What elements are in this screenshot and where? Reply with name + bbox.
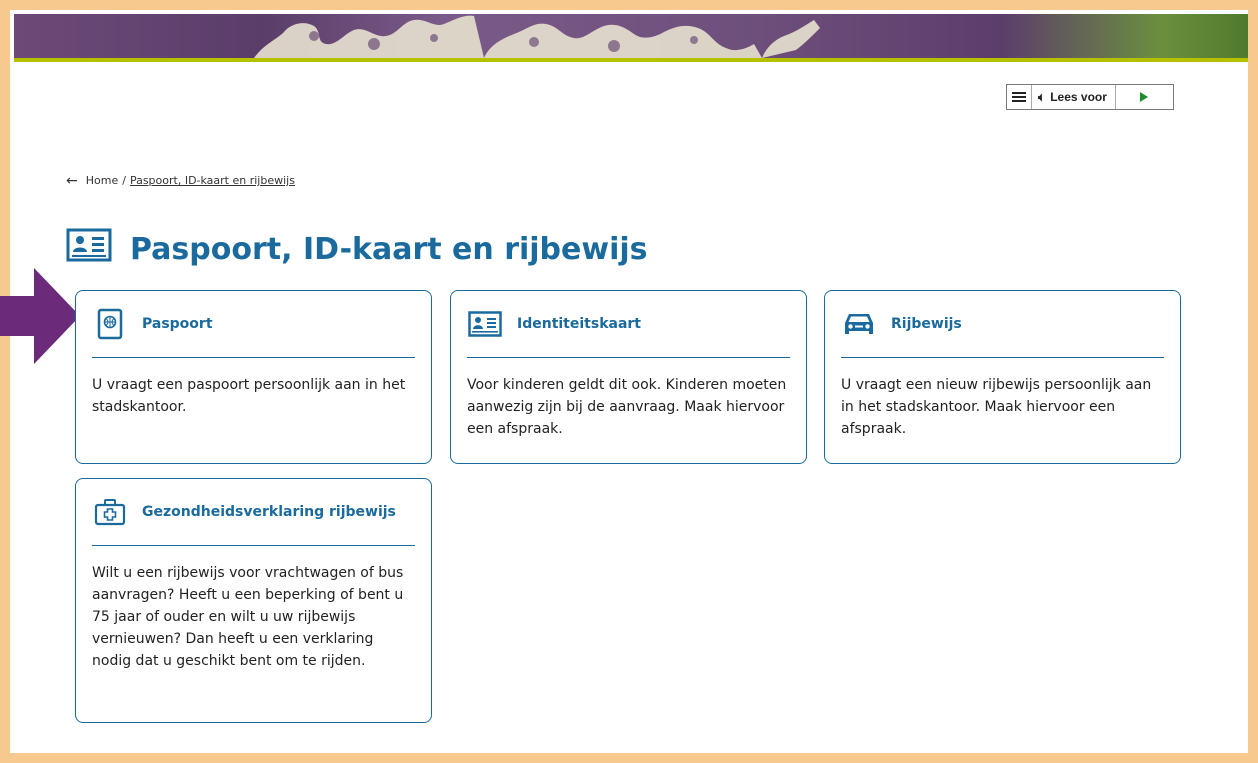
hamburger-menu-icon[interactable] (1007, 85, 1032, 109)
card-rijbewijs[interactable]: Rijbewijs U vraagt een nieuw rijbewijs p… (824, 290, 1181, 464)
medical-kit-icon (92, 494, 128, 530)
card-description: U vraagt een nieuw rijbewijs persoonlijk… (841, 377, 1152, 437)
speaker-icon: 🔈︎ (1038, 89, 1046, 104)
card-gezondheidsverklaring[interactable]: Gezondheidsverklaring rijbewijs Wilt u e… (75, 478, 432, 723)
card-header: Gezondheidsverklaring rijbewijs (92, 479, 415, 546)
read-aloud-button[interactable]: 🔈︎ Lees voor (1032, 85, 1116, 109)
banner-accent-stripe (14, 58, 1248, 62)
card-title[interactable]: Rijbewijs (891, 316, 962, 332)
arrow-left-icon[interactable]: ← (66, 174, 78, 188)
card-description: Voor kinderen geldt dit ook. Kinderen mo… (467, 377, 787, 437)
breadcrumb-separator: / (122, 174, 126, 187)
breadcrumb: ← Home / Paspoort, ID-kaart en rijbewijs (66, 174, 295, 188)
page-title-text: Paspoort, ID-kaart en rijbewijs (130, 231, 648, 267)
play-icon (1140, 92, 1149, 102)
car-icon (841, 306, 877, 342)
passport-icon (92, 306, 128, 342)
page-title: Paspoort, ID-kaart en rijbewijs (66, 228, 648, 270)
highlight-arrow-icon (0, 268, 80, 364)
id-card-icon (66, 228, 112, 270)
readspeaker-toolbar: 🔈︎ Lees voor (1006, 84, 1174, 110)
card-identiteitskaart[interactable]: Identiteitskaart Voor kinderen geldt dit… (450, 290, 807, 464)
read-aloud-label: Lees voor (1050, 90, 1107, 104)
card-paspoort[interactable]: Paspoort U vraagt een paspoort persoonli… (75, 290, 432, 464)
id-card-icon (467, 306, 503, 342)
card-header: Rijbewijs (841, 291, 1164, 358)
card-title[interactable]: Identiteitskaart (517, 316, 641, 332)
card-title[interactable]: Paspoort (142, 316, 213, 332)
breadcrumb-current[interactable]: Paspoort, ID-kaart en rijbewijs (130, 174, 295, 187)
card-title[interactable]: Gezondheidsverklaring rijbewijs (142, 504, 396, 520)
card-header: Identiteitskaart (467, 291, 790, 358)
play-button[interactable] (1116, 85, 1173, 109)
card-description: Wilt u een rijbewijs voor vrachtwagen of… (92, 565, 404, 669)
card-description: U vraagt een paspoort persoonlijk aan in… (92, 377, 406, 415)
breadcrumb-home[interactable]: Home (86, 174, 118, 187)
card-header: Paspoort (92, 291, 415, 358)
header-banner-image (14, 14, 1248, 58)
